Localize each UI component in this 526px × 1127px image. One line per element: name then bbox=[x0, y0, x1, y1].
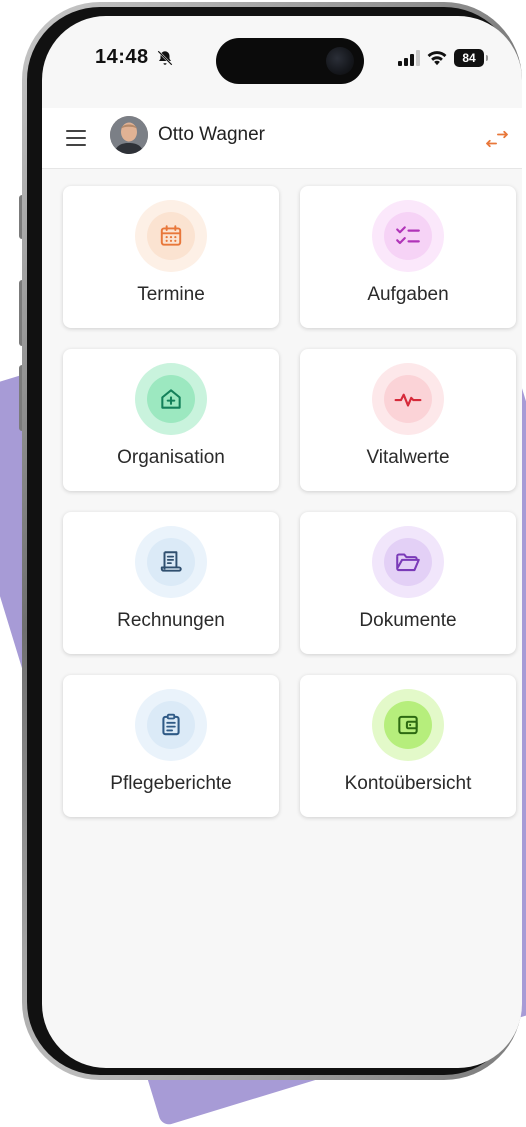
tile-kontouebersicht[interactable]: Kontoübersicht bbox=[300, 675, 516, 817]
wifi-icon bbox=[427, 51, 447, 66]
battery-indicator: 84 bbox=[454, 49, 488, 67]
checklist-icon bbox=[396, 226, 420, 245]
tile-label: Pflegeberichte bbox=[110, 773, 232, 794]
status-right: 84 bbox=[398, 48, 488, 68]
feature-grid: Termine Aufgaben Organisation Vitalwerte… bbox=[63, 186, 517, 817]
tile-dokumente[interactable]: Dokumente bbox=[300, 512, 516, 654]
house-medical-icon bbox=[161, 389, 181, 409]
signal-icon bbox=[398, 50, 420, 66]
tile-label: Kontoübersicht bbox=[344, 773, 472, 794]
dynamic-island bbox=[216, 38, 364, 84]
tile-organisation[interactable]: Organisation bbox=[63, 349, 279, 491]
user-name: Otto Wagner bbox=[158, 124, 266, 145]
receipt-icon bbox=[160, 551, 182, 572]
tile-label: Vitalwerte bbox=[366, 447, 450, 468]
tile-termine[interactable]: Termine bbox=[63, 186, 279, 328]
calendar-icon bbox=[160, 225, 182, 246]
phone-screen: 14:48 84 Otto Wagner Termine Aufgaben Or… bbox=[42, 16, 522, 1068]
tile-pflegeberichte[interactable]: Pflegeberichte bbox=[63, 675, 279, 817]
folder-icon bbox=[396, 553, 420, 572]
tile-label: Organisation bbox=[117, 447, 225, 468]
clipboard-icon bbox=[162, 713, 180, 736]
tile-aufgaben[interactable]: Aufgaben bbox=[300, 186, 516, 328]
tile-label: Aufgaben bbox=[367, 284, 449, 305]
app-header: Otto Wagner bbox=[42, 108, 522, 169]
tile-rechnungen[interactable]: Rechnungen bbox=[63, 512, 279, 654]
wallet-icon bbox=[398, 715, 418, 735]
tile-label: Dokumente bbox=[359, 610, 457, 631]
heartbeat-icon bbox=[394, 393, 422, 407]
menu-icon[interactable] bbox=[66, 130, 86, 146]
bell-off-icon bbox=[157, 50, 173, 66]
tile-label: Rechnungen bbox=[117, 610, 225, 631]
switch-account-icon[interactable] bbox=[486, 130, 508, 148]
tile-label: Termine bbox=[137, 284, 205, 305]
avatar[interactable] bbox=[110, 116, 148, 154]
camera-icon bbox=[326, 47, 354, 75]
tile-vitalwerte[interactable]: Vitalwerte bbox=[300, 349, 516, 491]
status-time: 14:48 bbox=[95, 46, 149, 68]
